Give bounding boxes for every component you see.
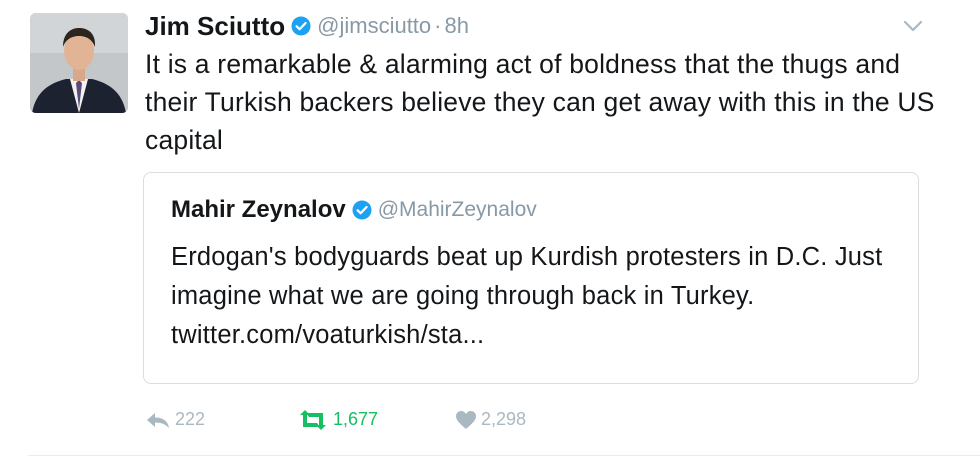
quoted-tweet-card[interactable]: Mahir Zeynalov @MahirZeynalov Erdogan's … xyxy=(143,172,919,384)
verified-badge-icon xyxy=(352,200,372,220)
tweet[interactable]: Jim Sciutto @jimsciutto · 8h It is a rem… xyxy=(0,0,980,458)
tweet-actions: 222 1,677 2,298 xyxy=(145,409,745,435)
separator-dot: · xyxy=(434,13,442,38)
chevron-down-icon[interactable] xyxy=(902,18,924,34)
avatar-photo xyxy=(30,13,128,113)
quoted-author-handle: @MahirZeynalov xyxy=(377,198,537,221)
heart-icon xyxy=(456,410,476,429)
retweet-count: 1,677 xyxy=(333,409,379,429)
author-name[interactable]: Jim Sciutto xyxy=(145,11,285,42)
avatar[interactable] xyxy=(30,13,128,113)
tweet-text: It is a remarkable & alarming act of bol… xyxy=(145,49,935,155)
like-count: 2,298 xyxy=(481,409,527,429)
reply-icon xyxy=(147,412,169,428)
reply-button[interactable]: 222 xyxy=(145,409,205,430)
tweet-header: Jim Sciutto @jimsciutto · 8h xyxy=(145,10,469,42)
timestamp[interactable]: 8h xyxy=(445,13,469,39)
author-handle[interactable]: @jimsciutto xyxy=(317,13,431,39)
divider xyxy=(28,455,980,456)
quoted-author-name: Mahir Zeynalov xyxy=(171,196,346,223)
retweet-icon xyxy=(300,409,326,430)
reply-count: 222 xyxy=(175,409,206,429)
like-button[interactable]: 2,298 xyxy=(455,409,526,430)
quoted-tweet-text: Erdogan's bodyguards beat up Kurdish pro… xyxy=(171,243,883,349)
verified-badge-icon xyxy=(291,16,311,36)
retweet-button[interactable]: 1,677 xyxy=(297,409,378,430)
quoted-tweet-header: Mahir Zeynalov @MahirZeynalov xyxy=(171,195,537,225)
